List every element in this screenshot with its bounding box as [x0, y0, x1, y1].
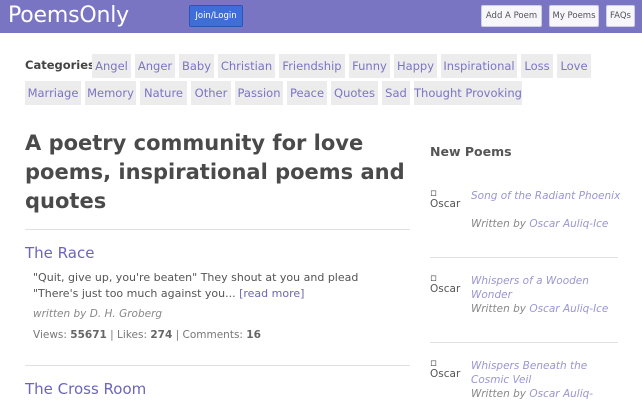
add-poem-button[interactable]: Add A Poem	[481, 5, 542, 27]
poem-title-link[interactable]: The Cross Room	[25, 380, 146, 398]
category-loss[interactable]: Loss	[521, 54, 553, 78]
new-poem-author: Written by Oscar Auliq-Ice	[471, 217, 621, 231]
category-baby[interactable]: Baby	[179, 54, 214, 78]
category-passion[interactable]: Passion	[235, 81, 283, 105]
new-poem-title-link[interactable]: Whispers of a Wooden Wonder	[471, 274, 621, 302]
category-inspirational[interactable]: Inspirational	[441, 54, 517, 78]
poem-excerpt-text: "Quit, give up, you're beaten" They shou…	[33, 271, 359, 300]
category-funny[interactable]: Funny	[349, 54, 390, 78]
divider	[25, 229, 410, 230]
site-logo[interactable]: PoemsOnly	[8, 3, 129, 28]
new-poems-heading: New Poems	[430, 144, 512, 159]
divider	[430, 257, 618, 258]
poem-excerpt: "Quit, give up, you're beaten" They shou…	[33, 270, 403, 302]
new-poem-author: Written by Oscar Auliq-Ice	[471, 302, 621, 316]
author-name-link[interactable]: Oscar Auliq-	[529, 388, 593, 400]
likes-label: Likes:	[117, 329, 147, 341]
comments-label: Comments:	[182, 329, 243, 341]
avatar-alt-text: Oscar	[430, 283, 461, 295]
stats-separator: |	[110, 329, 118, 341]
faqs-button[interactable]: FAQs	[606, 5, 635, 27]
category-nature[interactable]: Nature	[140, 81, 187, 105]
author-prefix: written by	[33, 308, 87, 320]
category-peace[interactable]: Peace	[287, 81, 327, 105]
new-poem-title-link[interactable]: Whispers Beneath the Cosmic Veil	[471, 359, 621, 387]
avatar-alt-text: Oscar	[430, 198, 461, 210]
poem-author: written by D. H. Groberg	[33, 308, 162, 320]
author-name-link[interactable]: Oscar Auliq-Ice	[529, 218, 608, 230]
divider	[25, 365, 410, 366]
category-happy[interactable]: Happy	[394, 54, 437, 78]
avatar-alt-text: Oscar	[430, 368, 461, 380]
page-headline: A poetry community for love poems, inspi…	[25, 131, 405, 213]
poet-avatar-image[interactable]: ▫ Oscar	[430, 188, 460, 210]
author-name-link[interactable]: Oscar Auliq-Ice	[529, 303, 608, 315]
read-more-link[interactable]: [read more]	[239, 287, 304, 300]
author-prefix: Written by	[471, 388, 526, 400]
author-name: D. H. Groberg	[89, 308, 163, 320]
comments-count: 16	[246, 329, 261, 341]
my-poems-button[interactable]: My Poems	[549, 5, 599, 27]
category-marriage[interactable]: Marriage	[25, 81, 81, 105]
top-navbar: PoemsOnly Join/Login Add A Poem My Poems…	[0, 0, 642, 33]
category-angel[interactable]: Angel	[92, 54, 131, 78]
category-anger[interactable]: Anger	[135, 54, 175, 78]
new-poem-author: Written by Oscar Auliq-	[471, 387, 621, 401]
category-friendship[interactable]: Friendship	[279, 54, 345, 78]
join-login-button[interactable]: Join/Login	[189, 5, 243, 27]
views-count: 55671	[70, 329, 107, 341]
category-christian[interactable]: Christian	[218, 54, 275, 78]
likes-count: 274	[150, 329, 173, 341]
stats-separator: |	[175, 329, 183, 341]
category-thought-provoking[interactable]: Thought Provoking	[414, 81, 522, 105]
poet-avatar-image[interactable]: ▫ Oscar	[430, 358, 460, 380]
poem-stats: Views: 55671 | Likes: 274 | Comments: 16	[33, 329, 261, 341]
poet-avatar-image[interactable]: ▫ Oscar	[430, 273, 460, 295]
author-prefix: Written by	[471, 303, 526, 315]
category-memory[interactable]: Memory	[85, 81, 136, 105]
divider	[430, 342, 618, 343]
categories-label: Categories:	[25, 58, 100, 72]
new-poem-title-link[interactable]: Song of the Radiant Phoenix	[471, 189, 621, 203]
category-other[interactable]: Other	[191, 81, 231, 105]
views-label: Views:	[33, 329, 67, 341]
author-prefix: Written by	[471, 218, 526, 230]
category-quotes[interactable]: Quotes	[331, 81, 378, 105]
poem-title-link[interactable]: The Race	[25, 244, 94, 262]
category-love[interactable]: Love	[557, 54, 591, 78]
category-sad[interactable]: Sad	[382, 81, 410, 105]
